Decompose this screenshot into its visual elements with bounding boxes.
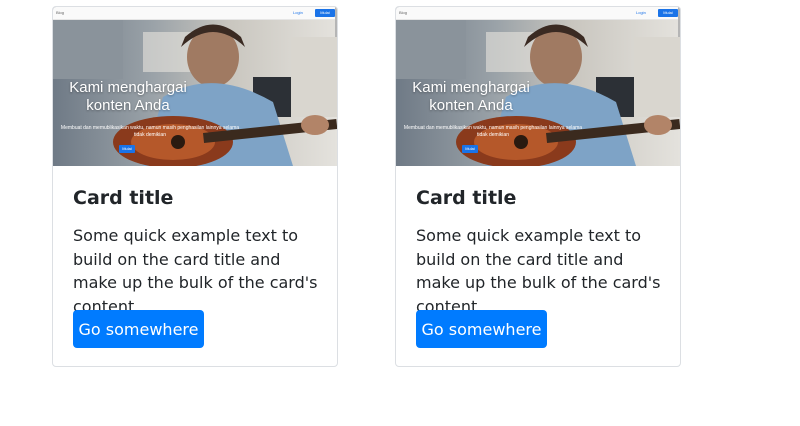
card: Blog Login Mulai Kami menghargai konten …	[395, 6, 681, 367]
mini-login-link: Login	[293, 10, 303, 15]
mini-logo: Blog	[56, 10, 65, 15]
hero-title: Kami menghargai konten Anda	[69, 79, 187, 114]
mini-navbar: Blog Login Mulai	[396, 7, 680, 20]
hero-button: Mulai	[119, 145, 135, 153]
mini-login-link: Login	[636, 10, 646, 15]
hero-subtitle: Membuat dan memublikasikan waktu, namun …	[60, 125, 240, 138]
mini-navbar: Blog Login Mulai	[53, 7, 337, 20]
mini-scrollbar	[678, 7, 680, 37]
card: Blog Login Mulai Kami menghargai konten …	[52, 6, 338, 367]
card-title: Card title	[73, 187, 174, 209]
mini-start-button: Mulai	[658, 9, 678, 17]
go-somewhere-button[interactable]: Go somewhere	[416, 310, 547, 348]
hero-button: Mulai	[462, 145, 478, 153]
go-somewhere-button[interactable]: Go somewhere	[73, 310, 204, 348]
card-image: Blog Login Mulai Kami menghargai konten …	[53, 7, 337, 166]
mini-logo: Blog	[399, 10, 408, 15]
hero-subtitle: Membuat dan memublikasikan waktu, namun …	[403, 125, 583, 138]
card-image: Blog Login Mulai Kami menghargai konten …	[396, 7, 680, 166]
card-text: Some quick example text to build on the …	[416, 226, 661, 316]
mini-scrollbar	[335, 7, 337, 37]
card-text: Some quick example text to build on the …	[73, 226, 318, 316]
hero-title: Kami menghargai konten Anda	[412, 79, 530, 114]
mini-start-button: Mulai	[315, 9, 335, 17]
card-title: Card title	[416, 187, 517, 209]
